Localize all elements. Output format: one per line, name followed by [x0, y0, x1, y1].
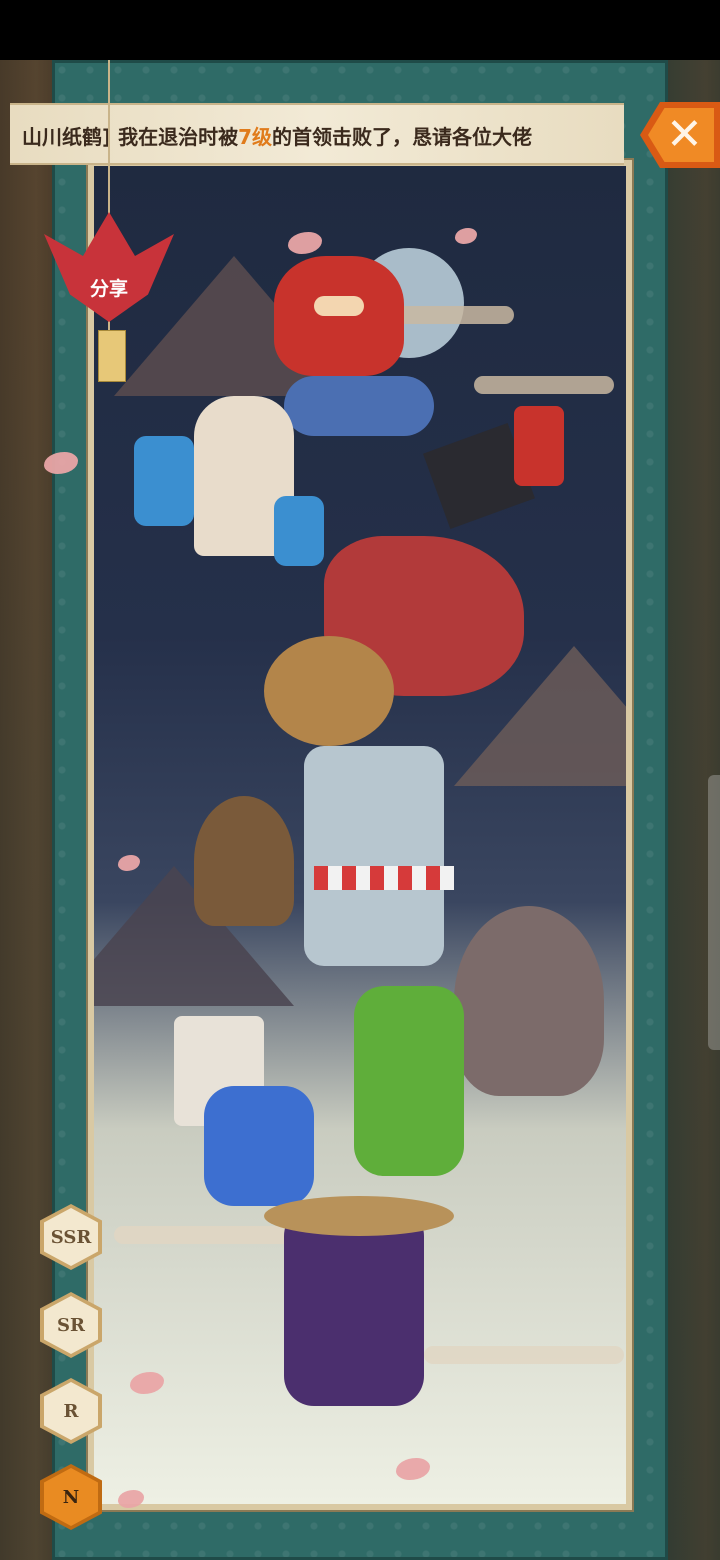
character-cyclops[interactable] [454, 906, 604, 1096]
cloud [424, 1346, 624, 1364]
share-label: 分享 [89, 278, 128, 300]
paper-crane-icon [44, 212, 174, 322]
banner-level: 7级 [238, 125, 273, 149]
status-bar [0, 0, 720, 60]
side-scroll-handle[interactable] [708, 775, 720, 1050]
scarf [314, 866, 454, 890]
character-drum-spirit[interactable] [264, 636, 394, 746]
share-tag [98, 330, 126, 382]
share-button[interactable]: 分享 [44, 212, 174, 322]
straw-hat [264, 1196, 454, 1236]
broadcast-banner: 山川纸鹤] 我在退治时被7级的首领击败了，恳请各位大佬 [10, 103, 624, 165]
scroll-illustration[interactable] [88, 160, 632, 1510]
character-ghost[interactable] [304, 746, 444, 966]
character-red-oni[interactable] [274, 256, 404, 376]
rarity-tab-label: SR [44, 1296, 98, 1354]
cloud [394, 306, 514, 324]
character-blue-oni[interactable] [204, 1086, 314, 1206]
rarity-tab-label: SSR [44, 1208, 98, 1266]
blue-lantern [274, 496, 324, 566]
character-red-lantern[interactable] [514, 406, 564, 486]
character-green-goblin[interactable] [354, 986, 464, 1176]
character-straw-spirit[interactable] [194, 796, 294, 926]
close-button[interactable]: ✕ [636, 100, 720, 170]
rarity-tab-label: N [44, 1468, 98, 1526]
cloud [474, 376, 614, 394]
character-thunder-cloud [284, 376, 434, 436]
banner-message: 山川纸鹤] 我在退治时被7级的首领击败了，恳请各位大佬 [22, 125, 533, 149]
character-ronin[interactable] [284, 1206, 424, 1406]
blue-lantern [134, 436, 194, 526]
rarity-tab-label: R [44, 1382, 98, 1440]
close-icon: ✕ [666, 109, 703, 160]
